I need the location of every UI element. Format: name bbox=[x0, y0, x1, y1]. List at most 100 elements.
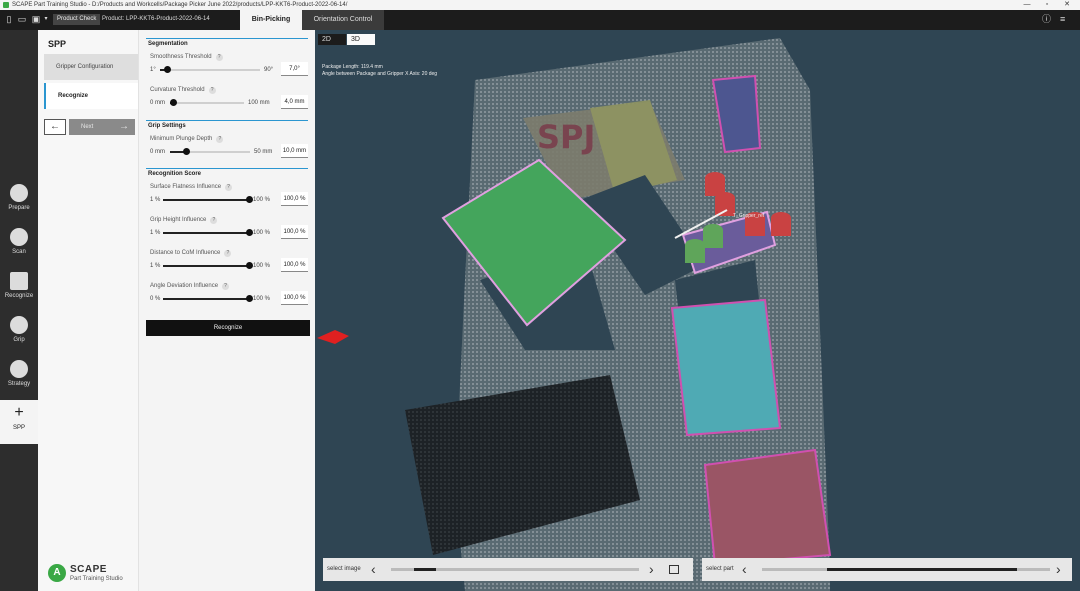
open-folder-icon[interactable]: ▭ bbox=[17, 14, 27, 25]
param-min: 1 % bbox=[150, 263, 161, 269]
image-folder-icon[interactable] bbox=[669, 565, 679, 574]
back-button[interactable]: ← bbox=[44, 119, 66, 135]
param-label: Minimum Plunge Depth? bbox=[150, 136, 224, 143]
angle-deviation-input[interactable]: 100,0 % bbox=[281, 291, 308, 305]
flatness-input[interactable]: 100,0 % bbox=[281, 192, 308, 206]
slider-thumb[interactable] bbox=[246, 262, 253, 269]
param-min: 0 % bbox=[150, 296, 161, 302]
view-2d-button[interactable]: 2D bbox=[318, 34, 346, 45]
slider-thumb[interactable] bbox=[183, 148, 190, 155]
slider-thumb[interactable] bbox=[246, 196, 253, 203]
section-title: Recognition Score bbox=[148, 171, 202, 177]
next-part-icon[interactable]: › bbox=[1056, 558, 1061, 581]
slider-thumb[interactable] bbox=[170, 99, 177, 106]
smoothness-slider[interactable] bbox=[160, 66, 260, 73]
angle-deviation-slider[interactable] bbox=[163, 295, 253, 302]
close-icon[interactable]: ✕ bbox=[1056, 0, 1078, 10]
tab-bin-picking[interactable]: Bin-Picking bbox=[240, 10, 302, 30]
view-3d-button[interactable]: 3D bbox=[347, 34, 375, 45]
param-min: 1° bbox=[150, 67, 156, 73]
scape-logo-icon: A bbox=[48, 564, 66, 582]
point-cloud-viewer[interactable]: SPJ 2D 3D Package Length: 119.4 mm Angle… bbox=[315, 30, 1080, 591]
help-icon[interactable]: ? bbox=[208, 87, 216, 94]
gripper-frame-label: T_Gripper_ref bbox=[733, 213, 765, 219]
select-image-bar: select image ‹ › bbox=[323, 558, 693, 581]
nav-item-prepare[interactable]: Prepare bbox=[0, 180, 38, 224]
strategy-icon bbox=[10, 360, 28, 378]
plunge-depth-slider[interactable] bbox=[170, 148, 250, 155]
save-icon[interactable]: ▣ bbox=[31, 14, 41, 25]
left-nav: Prepare Scan Recognize Grip Strategy + S… bbox=[0, 30, 38, 591]
nav-item-grip[interactable]: Grip bbox=[0, 312, 38, 356]
previous-part-icon[interactable]: ‹ bbox=[742, 558, 747, 581]
com-distance-input[interactable]: 100,0 % bbox=[281, 258, 308, 272]
panel-title: SPP bbox=[48, 39, 67, 49]
param-curvature: Curvature Threshold? 0 mm 100 mm 4,0 mm bbox=[150, 87, 308, 115]
save-dropdown-icon[interactable]: ▾ bbox=[41, 14, 51, 25]
select-image-label: select image bbox=[327, 566, 361, 572]
param-max: 100 % bbox=[253, 296, 271, 302]
help-icon[interactable]: ? bbox=[215, 54, 223, 61]
plunge-depth-input[interactable]: 10,0 mm bbox=[281, 144, 308, 158]
slider-thumb[interactable] bbox=[164, 66, 171, 73]
next-image-icon[interactable]: › bbox=[649, 558, 654, 581]
param-max: 100 % bbox=[253, 263, 271, 269]
help-icon[interactable]: ? bbox=[210, 217, 218, 224]
plus-icon: + bbox=[14, 404, 24, 421]
step-gripper-configuration[interactable]: Gripper Configuration bbox=[44, 54, 138, 80]
step-navigation: ← Next → bbox=[44, 119, 138, 135]
package-red bbox=[703, 448, 832, 567]
curvature-input[interactable]: 4,0 mm bbox=[281, 95, 308, 109]
part-slider[interactable] bbox=[762, 568, 1050, 571]
image-slider[interactable] bbox=[391, 568, 639, 571]
curvature-slider[interactable] bbox=[170, 99, 244, 106]
tab-orientation-control[interactable]: Orientation Control bbox=[302, 10, 384, 30]
step-recognize[interactable]: Recognize bbox=[44, 83, 138, 109]
logo-subtitle: Part Training Studio bbox=[70, 576, 123, 582]
minimize-icon[interactable]: — bbox=[1016, 0, 1038, 10]
help-icon[interactable]: ? bbox=[216, 136, 224, 143]
prepare-icon bbox=[10, 184, 28, 202]
product-check-button[interactable]: Product Check bbox=[53, 14, 101, 25]
flatness-slider[interactable] bbox=[163, 196, 253, 203]
nav-item-strategy[interactable]: Strategy bbox=[0, 356, 38, 400]
com-distance-slider[interactable] bbox=[163, 262, 253, 269]
nav-item-spp[interactable]: + SPP bbox=[0, 400, 38, 444]
select-part-bar: select part ‹ › bbox=[702, 558, 1072, 581]
help-icon[interactable]: ? bbox=[225, 184, 233, 191]
smoothness-input[interactable]: 7,0° bbox=[281, 62, 308, 76]
recognize-button[interactable]: Recognize bbox=[146, 320, 310, 336]
param-max: 100 mm bbox=[248, 100, 270, 106]
param-min: 1 % bbox=[150, 197, 161, 203]
maximize-icon[interactable]: ▫ bbox=[1036, 0, 1058, 10]
new-file-icon[interactable]: ▯ bbox=[4, 14, 14, 25]
grip-height-input[interactable]: 100,0 % bbox=[281, 225, 308, 239]
nav-label: Strategy bbox=[7, 381, 31, 387]
section-segmentation: Segmentation Smoothness Threshold? 1° 90… bbox=[146, 38, 308, 118]
window-title: SCAPE Part Training Studio - D:/Products… bbox=[12, 2, 348, 8]
previous-image-icon[interactable]: ‹ bbox=[371, 558, 376, 581]
param-min: 0 mm bbox=[150, 100, 165, 106]
nav-label: SPP bbox=[12, 425, 25, 431]
nav-item-recognize[interactable]: Recognize bbox=[0, 268, 38, 312]
param-grip-height: Grip Height Influence? 1 % 100 % 100,0 % bbox=[150, 217, 308, 245]
nav-label: Grip bbox=[13, 337, 25, 343]
help-icon[interactable]: ? bbox=[222, 283, 230, 290]
measurement-info: Package Length: 119.4 mm Angle between P… bbox=[322, 64, 437, 78]
section-title: Grip Settings bbox=[148, 123, 186, 129]
slider-thumb[interactable] bbox=[246, 295, 253, 302]
nav-item-scan[interactable]: Scan bbox=[0, 224, 38, 268]
menu-icon[interactable]: ≡ bbox=[1060, 14, 1065, 25]
point-cloud-scene: SPJ bbox=[317, 38, 832, 591]
grip-height-slider[interactable] bbox=[163, 229, 253, 236]
part-slider-handle[interactable] bbox=[827, 568, 1017, 571]
param-min: 0 mm bbox=[150, 149, 165, 155]
param-max: 100 % bbox=[253, 197, 271, 203]
next-button[interactable]: Next → bbox=[69, 119, 135, 135]
param-com-distance: Distance to CoM Influence? 1 % 100 % 100… bbox=[150, 250, 308, 278]
step-column: SPP Gripper Configuration Recognize ← Ne… bbox=[38, 30, 139, 591]
slider-thumb[interactable] bbox=[246, 229, 253, 236]
info-icon[interactable]: ⓘ bbox=[1042, 14, 1051, 25]
image-slider-handle[interactable] bbox=[414, 568, 436, 571]
help-icon[interactable]: ? bbox=[224, 250, 232, 257]
